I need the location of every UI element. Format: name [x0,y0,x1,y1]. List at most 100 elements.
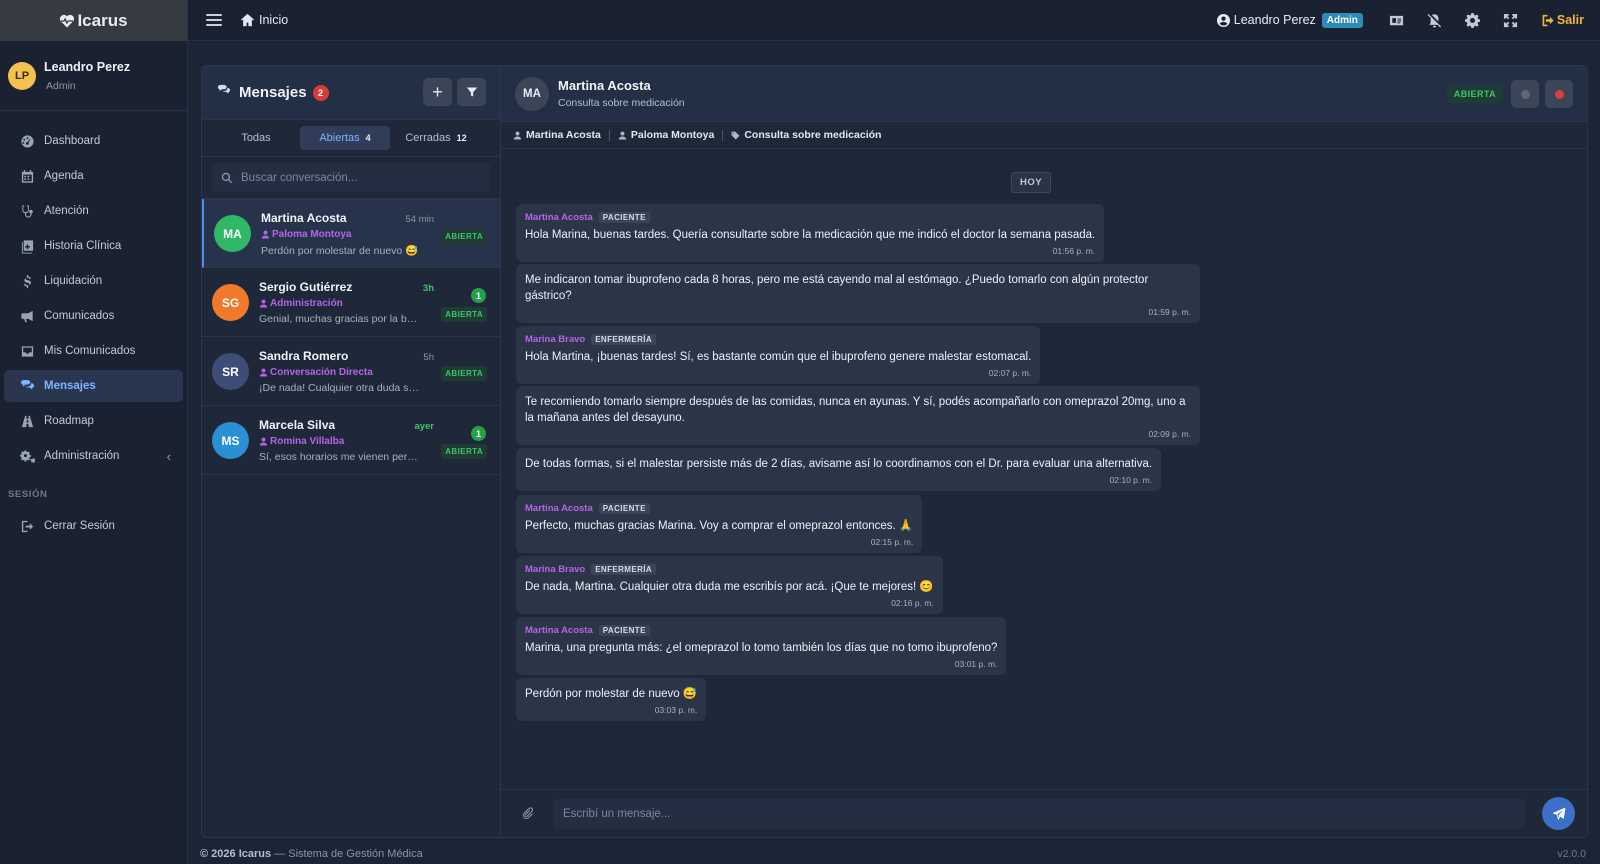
footer-suffix: — Sistema de Gestión Médica [274,848,423,860]
tab-abiertas[interactable]: Abiertas 4 [300,126,390,150]
message-text: De nada, Martina. Cualquier otra duda me… [525,581,934,593]
send-button[interactable] [1542,797,1575,830]
status-badge: ABIERTA [441,366,487,381]
status-badge: ABIERTA [441,229,487,244]
chat-subject: Consulta sobre medicación [558,97,685,109]
sidebar-user-role: Admin [46,79,76,92]
sidebar-item-mis-comunicados[interactable]: Mis Comunicados [4,335,183,367]
tab-label: Abiertas [319,132,360,144]
sidebar-item-comunicados[interactable]: Comunicados [4,300,183,332]
message-text: Me indicaron tomar ibuprofeno cada 8 hor… [525,274,1149,302]
message-time: 02:09 p. m. [1148,429,1191,439]
user-icon [259,299,268,308]
message-time: 02:10 p. m. [1109,475,1153,485]
conversation-time: 54 min [405,214,434,225]
message-text: Perdón por molestar de nuevo 😅 [525,688,698,700]
sidebar-item-cerrar-sesion[interactable]: Cerrar Sesión [4,510,183,542]
conversation-item[interactable]: SR Sandra Romero Conversación Directa ¡D… [202,337,500,406]
conversation-item[interactable]: MA Martina Acosta Paloma Montoya Perdón … [202,199,500,268]
sidebar-item-historia-clinica[interactable]: Historia Clínica [4,230,183,262]
info-button[interactable] [1511,80,1539,108]
id-card-icon[interactable] [1389,12,1405,28]
chat-icon [18,378,36,394]
close-icon [1554,89,1564,99]
conversation-preview: Genial, muchas gracias por la bue... [259,313,419,325]
menu-toggle-icon[interactable] [206,14,222,26]
assignee-label: Conversación Directa [270,367,373,378]
breadcrumb-home-label: Inicio [259,13,289,27]
message-text: Marina, una pregunta más: ¿el omeprazol … [525,642,998,654]
sidebar-item-liquidacion[interactable]: Liquidación [4,265,183,297]
avatar: MA [515,76,549,111]
sidebar-user[interactable]: LP Leandro Perez Admin [0,41,187,111]
message-input[interactable] [553,798,1525,829]
search-input[interactable] [241,171,471,184]
tab-todas[interactable]: Todas [212,126,300,150]
message-time: 02:07 p. m. [988,368,1032,378]
topbar-user-name: Leandro Perez [1233,13,1316,27]
tab-count: 4 [365,133,371,143]
megaphone-icon [18,308,36,324]
search-box [212,163,490,192]
message-time: 02:16 p. m. [891,598,934,608]
sidebar-item-administracion[interactable]: Administración ‹ [4,440,183,472]
fullscreen-icon[interactable] [1503,12,1519,28]
user-icon [259,368,268,377]
close-conversation-button[interactable] [1545,80,1573,108]
page-title: Mensajes [239,84,307,101]
message-author: Martina Acosta [525,625,593,636]
sidebar-nav: Dashboard Agenda Atención Historia Clíni… [0,111,187,542]
conversation-preview: Perdón por molestar de nuevo 😅 [261,245,419,257]
new-conversation-button[interactable]: + [423,78,452,106]
message-time: 01:56 p. m. [1052,246,1096,256]
message-text: De todas formas, si el malestar persiste… [525,458,1153,470]
crumb-patient: Martina Acosta [513,129,601,141]
sidebar-item-label: Mis Comunicados [44,345,136,357]
topbar-user[interactable]: Leandro Perez Admin [1216,12,1363,28]
chat-header: MA Martina Acosta Consulta sobre medicac… [501,66,1587,122]
inbox-icon [18,343,36,359]
sidebar-item-atencion[interactable]: Atención [4,195,183,227]
message-bubble: Me indicaron tomar ibuprofeno cada 8 hor… [516,264,1200,323]
attach-button[interactable] [521,806,537,822]
sidebar-item-agenda[interactable]: Agenda [4,160,183,192]
message-bubble: Perdón por molestar de nuevo 😅 03:03 p. … [516,678,707,721]
sidebar-item-dashboard[interactable]: Dashboard [4,125,183,157]
topbar: Inicio Leandro Perez Admin Salir [188,0,1600,41]
logout-button[interactable]: Salir [1541,13,1584,27]
status-badge: ABIERTA [441,307,487,322]
dashboard-icon [18,133,36,149]
conversation-item[interactable]: MS Marcela Silva Romina Villalba Sí, eso… [202,406,500,475]
crumb-professional: Paloma Montoya [618,129,714,141]
sidebar: Icarus LP Leandro Perez Admin Dashboard … [0,0,188,864]
heart-pulse-icon [60,14,75,27]
conversation-item[interactable]: SG Sergio Gutiérrez Administración Genia… [202,268,500,337]
user-icon [513,131,522,139]
dollar-icon [18,273,36,289]
message-bubble: Marina Bravo ENFERMERÍA De nada, Martina.… [516,556,943,614]
tab-cerradas[interactable]: Cerradas 12 [390,126,482,150]
role-badge: PACIENTE [598,503,650,514]
sidebar-item-label: Dashboard [44,135,101,147]
message-time: 03:01 p. m. [954,659,998,669]
sidebar-item-mensajes[interactable]: Mensajes [4,370,183,402]
filter-button[interactable] [457,78,486,106]
message-bubble: Te recomiendo tomarlo siempre después de… [516,386,1200,445]
gear-icon[interactable] [1465,12,1481,28]
footer-version: v2.0.0 [1557,848,1586,860]
brand-name: Icarus [77,10,128,30]
cogs-icon [18,448,36,464]
conversation-avatar: MS [212,422,249,459]
search-bar [202,157,500,199]
bell-slash-icon[interactable] [1427,12,1443,28]
logout-label: Salir [1556,13,1584,27]
message-time: 03:03 p. m. [654,705,698,715]
brand-logo[interactable]: Icarus [0,0,187,41]
sidebar-item-label: Liquidación [44,275,103,287]
role-badge: PACIENTE [598,212,650,223]
status-badge: ABIERTA [1446,85,1503,103]
sidebar-item-roadmap[interactable]: Roadmap [4,405,183,437]
conversation-time: ayer [414,421,434,432]
divider [722,129,724,141]
breadcrumb-home[interactable]: Inicio [240,13,288,27]
